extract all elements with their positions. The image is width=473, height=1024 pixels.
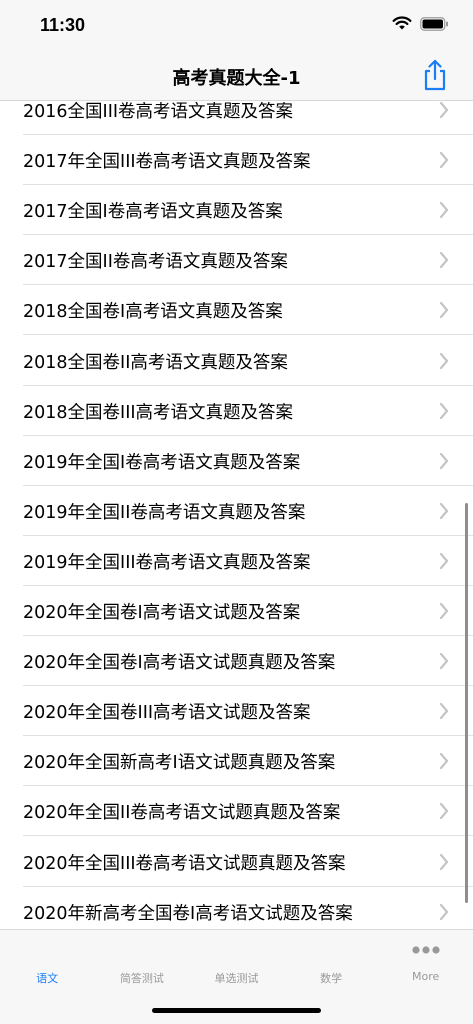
list-item[interactable]: 2017年全国III卷高考语文真题及答案 [0,135,473,186]
list-item-label: 2018全国卷II高考语文真题及答案 [23,352,288,373]
status-icons [392,16,449,31]
list-item-label: 2020年新高考全国卷I高考语文试题及答案 [23,903,353,924]
status-time: 11:30 [40,15,86,35]
tab-label: 简答测试 [119,972,164,985]
chevron-right-icon [439,502,449,519]
list-item[interactable]: 2019年全国I卷高考语文真题及答案 [0,436,473,486]
chevron-right-icon [439,452,449,469]
navigation-bar: 高考真题大全-1 [0,52,473,101]
chevron-right-icon [439,552,449,569]
chevron-right-icon [439,402,449,419]
list-item[interactable]: 2018全国卷III高考语文真题及答案 [0,386,473,436]
chevron-right-icon [439,101,449,119]
list-item-label: 2020年全国III卷高考语文试题真题及答案 [23,853,346,874]
tab-label: 数学 [320,972,343,985]
tab-item-1[interactable]: 简答测试 [95,930,190,990]
chevron-right-icon [439,252,449,269]
tab-label: More [412,970,440,983]
chevron-right-icon [439,703,449,720]
article-list[interactable]: 2016全国III卷高考语文真题及答案 2017年全国III卷高考语文真题及答案 2… [0,85,473,930]
wifi-icon [392,16,412,30]
chevron-right-icon [439,652,449,670]
list-item[interactable]: 2018全国卷II高考语文真题及答案 [0,336,473,386]
more-dots-icon [412,946,440,954]
chevron-right-icon [439,202,449,219]
list-item-label: 2020年全国卷III高考语文试题及答案 [23,703,311,724]
list-item-label: 2017全国II卷高考语文真题及答案 [23,252,288,273]
chevron-right-icon [439,903,449,920]
scroll-indicator[interactable] [465,503,468,903]
list-item[interactable]: 2020年全国新高考I语文试题真题及答案 [0,736,473,787]
list-item[interactable]: 2020年全国卷I高考语文试题真题及答案 [0,636,473,687]
home-indicator [152,1008,321,1013]
tab-more[interactable]: More [378,930,473,990]
list-item-label: 2020年全国卷I高考语文试题真题及答案 [23,653,336,674]
battery-icon [420,16,448,31]
chevron-right-icon [439,602,449,620]
list-item[interactable]: 2020年新高考全国卷I高考语文试题及答案 [0,887,473,930]
list-item-label: 2017全国I卷高考语文真题及答案 [23,202,283,223]
list-item[interactable]: 2020年全国卷I高考语文试题及答案 [0,586,473,636]
chevron-right-icon [439,803,449,820]
list-item-label: 2017年全国III卷高考语文真题及答案 [23,152,311,173]
list-item-label: 2019年全国II卷高考语文真题及答案 [23,502,306,523]
chevron-right-icon [439,853,449,870]
chevron-right-icon [439,753,449,770]
list-item-label: 2019年全国I卷高考语文真题及答案 [23,452,301,473]
share-button[interactable] [421,58,449,92]
list-item[interactable]: 2020年全国卷III高考语文试题及答案 [0,686,473,737]
list-item[interactable]: 2017全国II卷高考语文真题及答案 [0,235,473,286]
list-item-label: 2016全国III卷高考语文真题及答案 [23,102,294,122]
tab-item-2[interactable]: 单选测试 [189,930,284,990]
screen: 11:30 高考真题大全-1 2016全国III卷高考语文真题及答案 2017年全 [0,0,473,1024]
tab-item-3[interactable]: 数学 [284,930,379,990]
list-item[interactable]: 2020年全国III卷高考语文试题真题及答案 [0,837,473,887]
tab-label: 语文 [36,972,59,985]
list-item[interactable]: 2019年全国II卷高考语文真题及答案 [0,486,473,536]
chevron-right-icon [439,352,449,369]
list-item-label: 2018全国卷I高考语文真题及答案 [23,302,283,323]
list-item-label: 2020年全国新高考I语文试题真题及答案 [23,753,336,774]
list-item-label: 2020年全国II卷高考语文试题真题及答案 [23,803,341,824]
status-bar: 11:30 [0,0,473,52]
list-item-label: 2019年全国III卷高考语文真题及答案 [23,552,311,573]
tab-label: 单选测试 [214,972,259,985]
list-item-label: 2020年全国卷I高考语文试题及答案 [23,603,301,623]
list-item[interactable]: 2020年全国II卷高考语文试题真题及答案 [0,786,473,837]
chevron-right-icon [439,302,449,319]
page-title: 高考真题大全-1 [172,68,301,89]
list-item[interactable]: 2019年全国III卷高考语文真题及答案 [0,536,473,586]
list-item[interactable]: 2018全国卷I高考语文真题及答案 [0,285,473,336]
list-item-label: 2018全国卷III高考语文真题及答案 [23,402,294,423]
tab-item-0[interactable]: 语文 [0,930,95,990]
share-icon [424,59,446,91]
chevron-right-icon [439,151,449,169]
list-item[interactable]: 2017全国I卷高考语文真题及答案 [0,185,473,236]
